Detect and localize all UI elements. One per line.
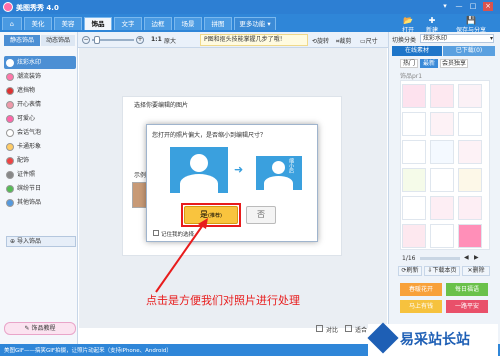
chip-spring[interactable]: 春暖花开: [400, 283, 442, 296]
chip-money[interactable]: 马上有钱: [400, 300, 442, 313]
material-thumbnail[interactable]: [402, 168, 426, 192]
watermark: 易采站长站: [367, 322, 498, 356]
watermark-text: 易采站长站: [400, 332, 470, 348]
section-label: 饰品pr1: [400, 73, 423, 80]
tab-online-materials[interactable]: 在线素材: [392, 46, 442, 56]
compare-label[interactable]: 对比: [326, 325, 338, 334]
next-page-icon[interactable]: ▶: [474, 254, 479, 261]
material-thumbnail[interactable]: [430, 140, 454, 164]
page-scrollbar[interactable]: [420, 257, 460, 260]
refresh-button[interactable]: ⟳刷新: [398, 266, 422, 276]
material-thumbnail[interactable]: [458, 140, 482, 164]
material-thumbnail[interactable]: [402, 112, 426, 136]
status-text[interactable]: 美图GIF——搞笑GIF拍摄，让照片动起来（支持iPhone、Android）: [4, 346, 172, 354]
chevron-down-icon: ▾: [489, 35, 493, 42]
material-thumbnail[interactable]: [430, 224, 454, 248]
fit-toggle[interactable]: [345, 325, 352, 332]
chip-safe[interactable]: 一路平安: [446, 300, 488, 313]
material-thumbnail[interactable]: [402, 140, 426, 164]
subtab-vip[interactable]: 会员独享: [440, 59, 468, 68]
fit-label[interactable]: 适合: [355, 325, 367, 334]
prev-page-icon[interactable]: ◀: [464, 254, 469, 261]
material-thumbnail[interactable]: [458, 196, 482, 220]
watermark-logo-icon: [367, 322, 399, 354]
material-thumbnail[interactable]: [430, 84, 454, 108]
material-thumbnail[interactable]: [402, 196, 426, 220]
material-thumbnail[interactable]: [430, 168, 454, 192]
delete-button[interactable]: ✕删除: [462, 266, 490, 276]
subtab-latest[interactable]: 最新: [420, 59, 438, 68]
material-thumbnail[interactable]: [458, 224, 482, 248]
download-page-button[interactable]: ⇩下载本页: [424, 266, 460, 276]
material-thumbnail[interactable]: [430, 196, 454, 220]
page-indicator: 1/16: [402, 255, 416, 262]
tab-downloaded[interactable]: 已下载(0): [443, 46, 495, 56]
annotation-text: 点击是方便我们对照片进行处理: [146, 294, 300, 307]
material-thumbnail[interactable]: [458, 168, 482, 192]
material-thumbnail[interactable]: [458, 84, 482, 108]
category-label: 切换分类: [392, 37, 417, 44]
material-thumbnail[interactable]: [402, 224, 426, 248]
material-thumbnail[interactable]: [402, 84, 426, 108]
compare-toggle[interactable]: [316, 325, 323, 332]
category-select[interactable]: 炫彩水印 ▾: [420, 34, 494, 43]
material-thumbnail[interactable]: [430, 112, 454, 136]
material-thumbnail[interactable]: [458, 112, 482, 136]
subtab-hot[interactable]: 热门: [400, 59, 418, 68]
chip-daily[interactable]: 每日福语: [446, 283, 488, 296]
